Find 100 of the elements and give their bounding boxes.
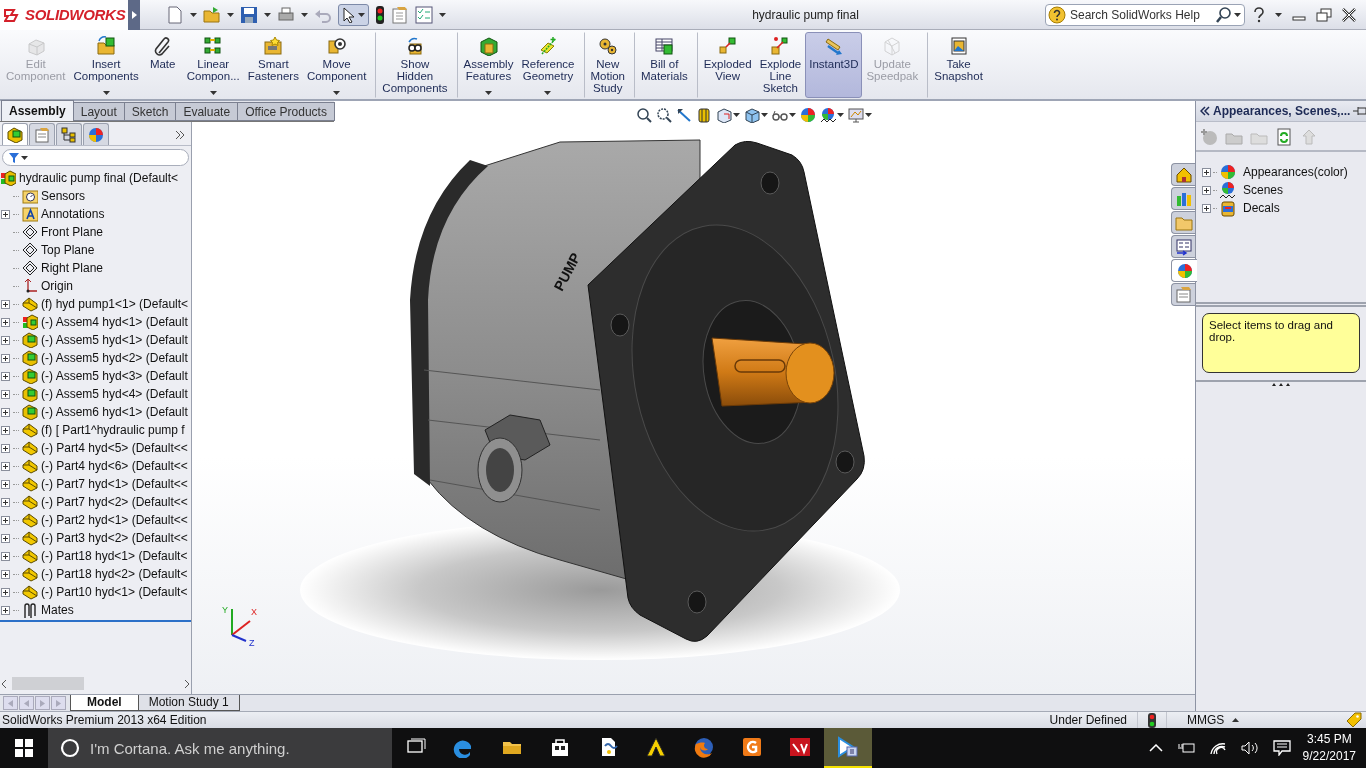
tree-item[interactable]: (-) Part10 hyd<1> (Default<: [0, 583, 191, 601]
command-button[interactable]: Exploded View: [696, 32, 756, 98]
expand-icon[interactable]: [0, 299, 10, 309]
cortana-search-field[interactable]: I'm Cortana. Ask me anything.: [48, 728, 392, 768]
zoom-area-icon[interactable]: [656, 107, 672, 123]
expand-icon[interactable]: [0, 497, 10, 507]
configuration-tab[interactable]: [56, 123, 82, 145]
command-button[interactable]: Mate: [142, 32, 183, 98]
ribbon-tab[interactable]: Office Products: [237, 102, 335, 121]
expand-icon[interactable]: [0, 569, 10, 579]
caret-icon[interactable]: [789, 113, 796, 117]
tree-item[interactable]: (-) Assem5 hyd<3> (Default: [0, 367, 191, 385]
tree-item[interactable]: (-) Part7 hyd<1> (Default<<: [0, 475, 191, 493]
ribbon-tab[interactable]: Assembly: [1, 100, 74, 121]
task-pane-tab[interactable]: [1171, 187, 1195, 210]
tree-item[interactable]: Right Plane: [0, 259, 191, 277]
caret-icon[interactable]: [190, 12, 197, 17]
tree-item[interactable]: (-) Assem5 hyd<4> (Default: [0, 385, 191, 403]
menu-expander[interactable]: [128, 0, 140, 30]
scrollbar-thumb[interactable]: [12, 677, 84, 690]
tree-item[interactable]: (-) Assem5 hyd<1> (Default: [0, 331, 191, 349]
caret-icon[interactable]: [301, 12, 308, 17]
caret-icon[interactable]: [865, 113, 872, 117]
refresh-icon[interactable]: [1275, 128, 1293, 146]
save-icon[interactable]: [240, 5, 258, 24]
expand-icon[interactable]: [0, 515, 10, 525]
tree-item[interactable]: (-) Part4 hyd<5> (Default<<: [0, 439, 191, 457]
tag-icon[interactable]: [1346, 712, 1362, 728]
expand-icon[interactable]: [1202, 203, 1211, 213]
expand-icon[interactable]: [0, 389, 10, 399]
traffic-light-icon[interactable]: [375, 5, 385, 24]
expand-icon[interactable]: [0, 551, 10, 561]
section-view-icon[interactable]: [696, 107, 712, 123]
tree-item[interactable]: (-) Part4 hyd<6> (Default<<: [0, 457, 191, 475]
command-button[interactable]: Instant3D: [805, 32, 863, 98]
expand-icon[interactable]: [0, 461, 10, 471]
feature-tree-tab[interactable]: [2, 123, 28, 145]
expand-icon[interactable]: [0, 209, 10, 219]
expand-icon[interactable]: [0, 605, 10, 615]
battery-plug-icon[interactable]: [1176, 741, 1195, 755]
scroll-right-icon[interactable]: [183, 678, 191, 689]
tree-item[interactable]: Appearances(color): [1202, 163, 1366, 181]
caret-icon[interactable]: [1234, 12, 1241, 17]
restore-icon[interactable]: [1316, 7, 1332, 22]
expand-icon[interactable]: [0, 353, 10, 363]
caret-icon[interactable]: [733, 113, 740, 117]
display-settings-icon[interactable]: [848, 107, 864, 123]
command-button[interactable]: New Motion Study: [583, 32, 630, 98]
wifi-icon[interactable]: [1208, 741, 1227, 755]
notification-icon[interactable]: [1272, 740, 1291, 756]
tree-item[interactable]: (-) Part7 hyd<2> (Default<<: [0, 493, 191, 511]
ribbon-tab[interactable]: Evaluate: [175, 102, 239, 121]
caret-icon[interactable]: [1275, 12, 1282, 17]
collapse-chevron-icon[interactable]: [1200, 106, 1210, 116]
command-button[interactable]: Explode Line Sketch: [755, 32, 806, 98]
caret-icon[interactable]: [761, 113, 768, 117]
expand-icon[interactable]: [0, 317, 10, 327]
scene-ball-icon[interactable]: [820, 107, 836, 123]
previous-view-icon[interactable]: [676, 107, 692, 123]
expand-icon[interactable]: [0, 587, 10, 597]
tree-item[interactable]: (-) Part2 hyd<1> (Default<<: [0, 511, 191, 529]
tree-item[interactable]: Front Plane: [0, 223, 191, 241]
expand-icon[interactable]: [1202, 185, 1211, 195]
tree-item[interactable]: (-) Part18 hyd<1> (Default<: [0, 547, 191, 565]
task-pane-tab[interactable]: [1171, 163, 1195, 186]
caret-up-icon[interactable]: [1232, 718, 1240, 722]
caret-icon[interactable]: [439, 12, 446, 17]
expand-icon[interactable]: [0, 443, 10, 453]
open-folder-icon[interactable]: [203, 5, 221, 24]
display-style-icon[interactable]: [744, 107, 760, 123]
units-selector[interactable]: MMGS: [1187, 713, 1225, 727]
search-icon[interactable]: [1216, 6, 1232, 23]
tree-item[interactable]: Decals: [1202, 199, 1366, 217]
tree-item[interactable]: (-) Part3 hyd<2> (Default<<: [0, 529, 191, 547]
command-button[interactable]: Take Snapshot: [927, 32, 987, 98]
expand-icon[interactable]: [0, 479, 10, 489]
close-icon[interactable]: [1342, 7, 1356, 22]
tree-item[interactable]: Top Plane: [0, 241, 191, 259]
search-field[interactable]: Search SolidWorks Help: [1045, 3, 1245, 26]
task-pane-tab[interactable]: [1171, 283, 1195, 306]
help-icon[interactable]: [1253, 6, 1265, 23]
filter-field[interactable]: [2, 149, 189, 166]
ribbon-tab[interactable]: Layout: [72, 102, 125, 121]
tree-item[interactable]: (-) Assem5 hyd<2> (Default: [0, 349, 191, 367]
command-button[interactable]: Linear Compon...: [182, 32, 244, 98]
bottom-tab[interactable]: Motion Study 1: [137, 695, 240, 711]
splitter-grip-icon[interactable]: [1272, 382, 1290, 386]
display-tab[interactable]: [83, 123, 109, 145]
caret-icon[interactable]: [227, 12, 234, 17]
tree-item[interactable]: Scenes: [1202, 181, 1366, 199]
checklist-icon[interactable]: [415, 5, 433, 24]
task-pane-tab[interactable]: [1171, 235, 1195, 258]
tree-item[interactable]: Origin: [0, 277, 191, 295]
expand-icon[interactable]: [0, 533, 10, 543]
command-button[interactable]: Reference Geometry: [517, 32, 579, 98]
task-pane-tab[interactable]: [1171, 259, 1197, 282]
expand-icon[interactable]: [0, 407, 10, 417]
new-document-icon[interactable]: [166, 5, 184, 24]
expand-icon[interactable]: [0, 425, 10, 435]
volume-icon[interactable]: [1240, 741, 1259, 755]
